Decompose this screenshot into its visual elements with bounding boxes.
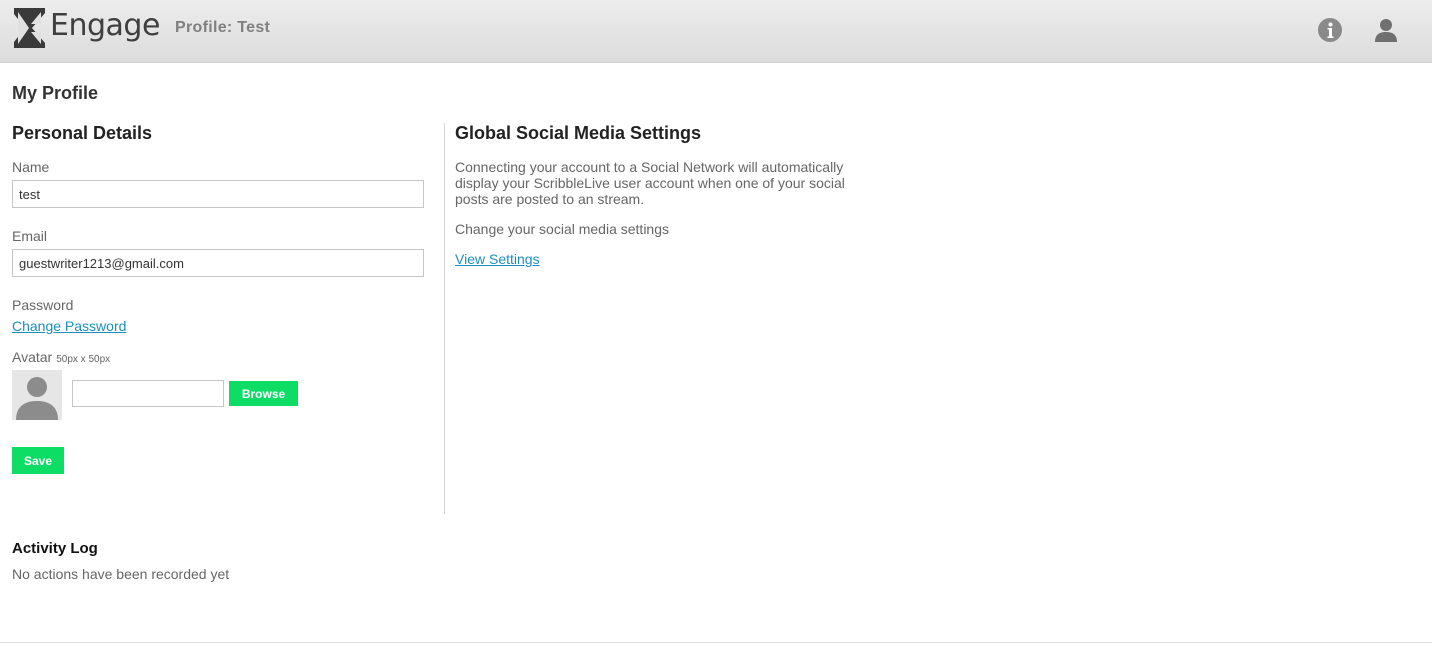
profile-title: Profile: Test: [175, 19, 271, 36]
activity-log-heading: Activity Log: [12, 540, 98, 557]
change-password-link[interactable]: Change Password: [12, 318, 126, 334]
avatar-label: Avatar: [12, 349, 53, 365]
social-description: Connecting your account to a Social Netw…: [455, 159, 845, 207]
email-label: Email: [12, 228, 48, 244]
browse-button[interactable]: Browse: [229, 381, 298, 406]
view-settings-link[interactable]: View Settings: [455, 251, 540, 267]
social-settings-heading: Global Social Media Settings: [455, 123, 702, 143]
user-icon[interactable]: [1374, 17, 1398, 43]
email-input[interactable]: [12, 249, 424, 277]
logo-x-icon[interactable]: [14, 8, 45, 48]
column-divider: [444, 123, 445, 514]
save-button[interactable]: Save: [12, 447, 64, 474]
info-icon[interactable]: [1317, 17, 1343, 43]
avatar-size-note: 50px x 50px: [56, 354, 111, 365]
app-name[interactable]: Engage: [50, 8, 160, 44]
name-input[interactable]: [12, 180, 424, 208]
name-label: Name: [12, 159, 50, 175]
avatar: [12, 370, 62, 420]
page-title: My Profile: [12, 83, 99, 103]
personal-details-heading: Personal Details: [12, 123, 153, 143]
password-label: Password: [12, 297, 74, 313]
footer-divider: [0, 642, 1432, 643]
avatar-file-input[interactable]: [72, 380, 224, 407]
avatar-placeholder-icon: [16, 377, 58, 420]
activity-log-empty-text: No actions have been recorded yet: [12, 566, 230, 582]
top-bar: Engage Profile: Test: [0, 0, 1432, 63]
social-change-text: Change your social media settings: [455, 221, 670, 237]
avatar-label-row: Avatar 50px x 50px: [12, 349, 110, 368]
